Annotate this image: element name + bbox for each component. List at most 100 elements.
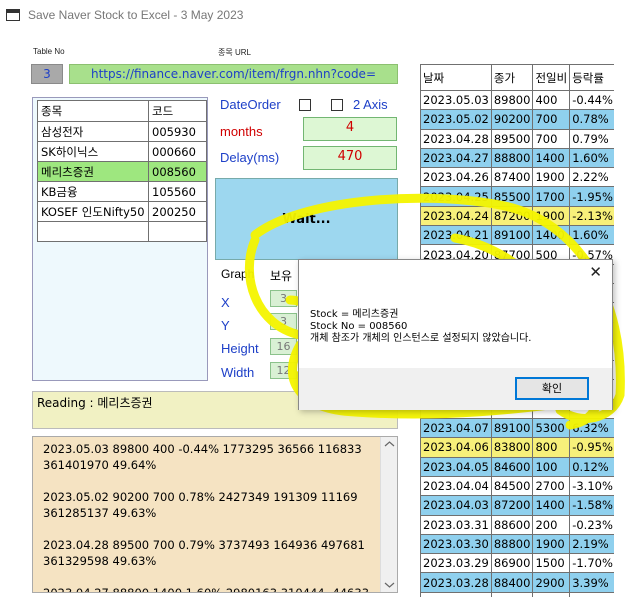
grid-cell-change[interactable]: 1900 — [532, 167, 571, 188]
grid-cell-date[interactable]: 2023.04.06 — [420, 437, 492, 458]
stock-code-cell[interactable]: 200250 — [148, 201, 207, 222]
stock-row[interactable]: KB금융 105560 — [37, 181, 207, 202]
grid-cell-close[interactable]: 89100 — [490, 225, 534, 246]
grid-cell-change[interactable]: 2900 — [532, 572, 571, 593]
months-input[interactable]: 4 — [303, 117, 397, 141]
grid-cell-date[interactable]: 2023.04.24 — [420, 205, 492, 227]
grid-cell-rate[interactable]: -0.23% — [569, 514, 614, 535]
grid-cell-rate[interactable]: 0.79% — [569, 128, 614, 149]
grid-row[interactable]: 2023.03.30 88800 1900 2.19% — [420, 533, 614, 555]
stock-row[interactable] — [37, 221, 207, 242]
grid-cell-date[interactable]: 2023.03.31 — [420, 514, 492, 535]
grid-cell-rate[interactable]: 3.39% — [569, 572, 614, 593]
grid-cell-rate[interactable]: 2.22% — [569, 167, 614, 188]
grid-cell-date[interactable]: 2023.03.28 — [420, 572, 492, 593]
grid-cell-date[interactable]: 2023.04.05 — [420, 456, 492, 477]
stock-code-cell[interactable]: 105560 — [148, 181, 207, 202]
grid-row[interactable]: 2023.04.28 89500 700 0.79% — [420, 128, 614, 149]
grid-cell-date[interactable]: 2023.04.07 — [420, 418, 492, 439]
grid-row[interactable]: 2023.03.28 88400 2900 3.39% — [420, 572, 614, 593]
wait-button[interactable]: Wait... — [215, 178, 398, 260]
grid-cell-change[interactable]: 800 — [532, 437, 571, 458]
stock-header-code[interactable]: 코드 — [148, 100, 207, 122]
grid-cell-change[interactable]: 100 — [532, 456, 571, 477]
ok-button[interactable]: 확인 — [515, 377, 589, 400]
grid-cell-close[interactable]: 88600 — [490, 514, 534, 535]
stock-name-cell[interactable]: 메리츠증권 — [37, 161, 149, 182]
grid-cell-change[interactable]: 700 — [532, 128, 571, 149]
stock-name-cell[interactable]: KOSEF 인도Nifty50 — [37, 201, 149, 222]
grid-cell-date[interactable]: 2023.03.30 — [420, 533, 492, 555]
grid-cell-close[interactable]: 89100 — [490, 418, 534, 439]
grid-cell-change[interactable]: 2700 — [532, 475, 571, 497]
stock-row[interactable]: SK하이닉스 000660 — [37, 141, 207, 162]
grid-cell-rate[interactable]: 1.60% — [569, 147, 614, 169]
grid-cell-change[interactable]: 1500 — [532, 553, 571, 574]
grid-cell-close[interactable]: 87400 — [490, 167, 534, 188]
grid-header-change[interactable]: 전일비 — [532, 64, 571, 91]
grid-row[interactable]: 2023.04.25 85500 1700 -1.95% — [420, 186, 614, 207]
table-no-field[interactable]: 3 — [31, 64, 63, 84]
grid-cell-rate[interactable]: -1.58% — [569, 495, 614, 516]
two-axis-checkbox[interactable] — [331, 99, 343, 111]
grid-cell-change[interactable]: 1400 — [532, 225, 571, 246]
stock-row[interactable]: 메리츠증권 008560 — [37, 161, 207, 182]
delay-input[interactable]: 470 — [303, 146, 397, 170]
log-textarea[interactable]: 2023.05.03 89800 400 -0.44% 1773295 3656… — [32, 436, 398, 593]
grid-cell-close[interactable]: 84600 — [490, 456, 534, 477]
grid-cell-date[interactable]: 2023.03.27 — [420, 591, 492, 597]
grid-cell-change[interactable]: 400 — [532, 89, 571, 111]
stock-row[interactable]: KOSEF 인도Nifty50 200250 — [37, 201, 207, 222]
grid-cell-date[interactable]: 2023.03.29 — [420, 553, 492, 574]
y-input[interactable]: 3 — [270, 313, 297, 330]
grid-header-close[interactable]: 종가 — [490, 64, 534, 91]
grid-cell-change[interactable]: 1400 — [532, 495, 571, 516]
grid-cell-change[interactable]: 1700 — [532, 186, 571, 207]
grid-cell-date[interactable]: 2023.04.25 — [420, 186, 492, 207]
x-input[interactable]: 3 — [270, 290, 297, 307]
grid-cell-rate[interactable]: 1.60% — [569, 225, 614, 246]
grid-cell-date[interactable]: 2023.04.27 — [420, 147, 492, 169]
grid-cell-close[interactable]: 83800 — [490, 437, 534, 458]
grid-row[interactable]: 2023.04.05 84600 100 0.12% — [420, 456, 614, 477]
grid-row[interactable]: 2023.03.29 86900 1500 -1.70% — [420, 553, 614, 574]
grid-cell-close[interactable]: 90200 — [490, 109, 534, 130]
grid-cell-rate[interactable]: -1.95% — [569, 186, 614, 207]
stock-code-cell[interactable] — [148, 221, 207, 242]
stock-row[interactable]: 삼성전자 005930 — [37, 121, 207, 142]
grid-cell-change[interactable]: 200 — [532, 514, 571, 535]
grid-row[interactable]: 2023.05.02 90200 700 0.78% — [420, 109, 614, 130]
grid-row[interactable]: 2023.04.07 89100 5300 6.32% — [420, 418, 614, 439]
stock-name-cell[interactable]: 삼성전자 — [37, 121, 149, 142]
grid-row[interactable]: 2023.04.27 88800 1400 1.60% — [420, 147, 614, 169]
log-scrollbar[interactable] — [380, 437, 397, 592]
stock-code-cell[interactable]: 005930 — [148, 121, 207, 142]
grid-cell-rate[interactable]: -0.95% — [569, 437, 614, 458]
grid-cell-close[interactable]: 88800 — [490, 533, 534, 555]
height-input[interactable]: 16 — [270, 338, 297, 355]
grid-row[interactable]: 2023.05.03 89800 400 -0.44% — [420, 89, 614, 111]
grid-header-date[interactable]: 날짜 — [420, 64, 492, 91]
grid-cell-rate[interactable]: -0.44% — [569, 89, 614, 111]
stock-name-cell[interactable]: SK하이닉스 — [37, 141, 149, 162]
grid-cell-close[interactable]: 85500 — [490, 591, 534, 597]
url-field[interactable]: https://finance.naver.com/item/frgn.nhn?… — [69, 64, 398, 84]
stock-name-cell[interactable] — [37, 221, 149, 242]
grid-cell-close[interactable]: 86900 — [490, 553, 534, 574]
stock-code-cell[interactable]: 008560 — [148, 161, 207, 182]
grid-row[interactable]: 2023.03.31 88600 200 -0.23% — [420, 514, 614, 535]
grid-cell-rate[interactable]: 0.78% — [569, 109, 614, 130]
grid-cell-close[interactable]: 88400 — [490, 572, 534, 593]
grid-cell-rate[interactable]: -1.70% — [569, 553, 614, 574]
grid-cell-date[interactable]: 2023.05.02 — [420, 109, 492, 130]
grid-row[interactable]: 2023.04.24 87200 1900 -2.13% — [420, 205, 614, 227]
grid-cell-change[interactable]: 1900 — [532, 533, 571, 555]
grid-cell-date[interactable]: 2023.04.21 — [420, 225, 492, 246]
grid-cell-close[interactable]: 85500 — [490, 186, 534, 207]
grid-cell-rate[interactable]: -3.10% — [569, 475, 614, 497]
grid-row[interactable]: 2023.04.06 83800 800 -0.95% — [420, 437, 614, 458]
width-input[interactable]: 12 — [270, 362, 297, 379]
grid-cell-change[interactable]: 700 — [532, 109, 571, 130]
grid-cell-close[interactable]: 87200 — [490, 205, 534, 227]
grid-cell-close[interactable]: 89500 — [490, 128, 534, 149]
